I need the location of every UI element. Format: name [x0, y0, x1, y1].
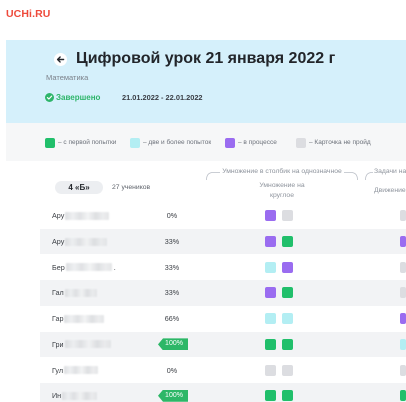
- student-score: 0%: [166, 211, 178, 221]
- status-badge: Завершено: [56, 92, 101, 102]
- legend-swatch-in-progress: [225, 138, 235, 148]
- legend-label-not-passed: – Карточка не пройд: [309, 139, 371, 146]
- legend-swatch-not-passed: [296, 138, 306, 148]
- result-cell[interactable]: [265, 364, 276, 376]
- arrow-left-shape: [56, 56, 64, 63]
- uchi-logo[interactable]: UCHi.RU: [6, 8, 50, 20]
- blurred-name: [64, 288, 97, 297]
- page-title: Цифровой урок 21 января 2022 г: [76, 50, 336, 67]
- class-selector[interactable]: 4 «Б»: [55, 181, 103, 194]
- result-cell[interactable]: [282, 210, 293, 222]
- blurred-name: [65, 211, 110, 220]
- legend-label-retries: – две и более попыток: [143, 139, 212, 146]
- student-row[interactable]: Гул 0%: [40, 357, 406, 383]
- student-name-text: Гул: [52, 365, 64, 375]
- result-cell[interactable]: [400, 236, 406, 248]
- blurred-name: [65, 237, 108, 246]
- result-cell[interactable]: [400, 210, 406, 222]
- result-cell[interactable]: [400, 364, 406, 376]
- student-name-text: Ару: [52, 211, 65, 221]
- result-cell[interactable]: [400, 313, 406, 325]
- result-cell[interactable]: [400, 261, 406, 273]
- result-cell[interactable]: [282, 287, 293, 299]
- student-name-text: Гри: [52, 339, 64, 349]
- legend-swatch-first-try: [45, 138, 55, 148]
- student-score: 0%: [166, 365, 178, 375]
- student-score: 33%: [164, 237, 180, 247]
- student-name: Ару: [52, 210, 110, 221]
- card-title[interactable]: Движение: [374, 186, 406, 196]
- student-name: Ару: [52, 236, 108, 247]
- result-cell[interactable]: [282, 236, 293, 248]
- check-icon: [46, 95, 53, 100]
- arrow-left-icon: [56, 56, 64, 63]
- student-name: Гри: [52, 339, 111, 350]
- student-score: 66%: [164, 314, 180, 324]
- student-name-text: Бер: [52, 262, 65, 272]
- student-name-text: Ару: [52, 237, 65, 247]
- result-cell[interactable]: [265, 236, 276, 248]
- student-row[interactable]: Ару 0%: [40, 203, 406, 229]
- student-name: Ин: [52, 390, 98, 401]
- lesson-header: Цифровой урок 21 января 2022 г Математик…: [6, 40, 406, 123]
- student-name: Гал: [52, 287, 97, 298]
- result-cell[interactable]: [265, 210, 276, 222]
- result-cell[interactable]: [265, 313, 276, 325]
- student-name: Гар: [52, 313, 105, 324]
- blurred-name: [62, 391, 98, 400]
- student-row[interactable]: Гри 100%: [40, 331, 406, 358]
- results-table: Умножение в столбик на однозначное Задач…: [0, 161, 406, 402]
- score-badge-complete: 100%: [158, 338, 188, 351]
- result-cell[interactable]: [265, 338, 276, 350]
- result-cell[interactable]: [400, 390, 406, 402]
- student-name-text: Гал: [52, 288, 64, 298]
- result-cell[interactable]: [265, 261, 276, 273]
- student-rows: Ару 0% Ару 33% Бер. 33% Гал 33% Гар 66% Гри 100% Гул…: [40, 203, 406, 402]
- student-row[interactable]: Гал 33%: [40, 280, 406, 306]
- topic-bracket-left: [365, 172, 373, 181]
- legend-label-first-try: – с первой попытки: [58, 139, 117, 146]
- result-cell[interactable]: [282, 338, 293, 350]
- student-name: Бер.: [52, 262, 116, 273]
- student-row[interactable]: Бер. 33%: [40, 254, 406, 280]
- result-cell[interactable]: [400, 287, 406, 299]
- student-name: Гул: [52, 365, 99, 376]
- score-badge-complete: 100%: [158, 389, 188, 402]
- card-title[interactable]: Умножение на круглое: [252, 181, 312, 201]
- legend-swatch-retries: [130, 138, 140, 148]
- student-row[interactable]: Ару 33%: [40, 228, 406, 255]
- student-count: 27 учеников: [112, 184, 151, 191]
- student-name-text: Ин: [52, 391, 62, 401]
- student-row[interactable]: Гар 66%: [40, 306, 406, 332]
- result-cell[interactable]: [265, 287, 276, 299]
- result-cell[interactable]: [282, 364, 293, 376]
- topic-header: Умножение в столбик на однозначное: [222, 167, 342, 175]
- student-row[interactable]: Ин 100%: [40, 382, 406, 402]
- student-score: 33%: [164, 262, 180, 272]
- date-range: 21.01.2022 - 22.01.2022: [122, 92, 203, 102]
- blurred-name: [64, 340, 111, 349]
- result-cell[interactable]: [265, 390, 276, 402]
- blurred-name: [65, 263, 112, 272]
- back-button[interactable]: [53, 53, 67, 66]
- subject-label: Математика: [46, 72, 89, 82]
- result-cell[interactable]: [282, 390, 293, 402]
- result-cell[interactable]: [282, 261, 293, 273]
- legend-label-in-progress: – в процессе: [238, 139, 277, 146]
- result-cell[interactable]: [282, 313, 293, 325]
- result-cell[interactable]: [400, 338, 406, 350]
- student-name-suffix: .: [113, 262, 116, 272]
- check-circle-icon: [45, 92, 54, 102]
- blurred-name: [64, 314, 105, 323]
- check-shape: [46, 95, 53, 100]
- student-score: 33%: [164, 288, 180, 298]
- student-name-text: Гар: [52, 314, 64, 324]
- legend: – с первой попытки – две и более попыток…: [6, 123, 406, 161]
- blurred-name: [64, 366, 99, 375]
- topic-header: Задачи на: [374, 167, 406, 175]
